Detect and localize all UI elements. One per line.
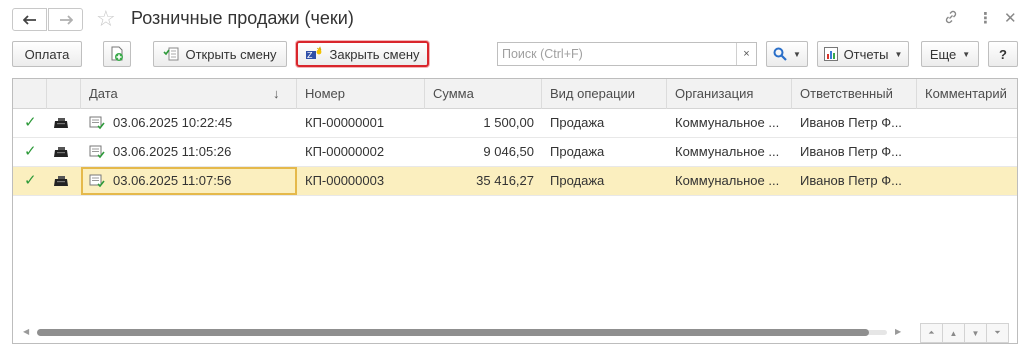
search-placeholder: Поиск (Ctrl+F) (502, 47, 583, 61)
payment-button[interactable]: Оплата (12, 41, 82, 67)
cell-amount: 1 500,00 (483, 115, 534, 130)
cell-comment (917, 167, 1017, 195)
reports-button[interactable]: Отчеты ▼ (817, 41, 909, 67)
back-arrow-icon (22, 14, 36, 25)
column-label-date: Дата (89, 86, 118, 101)
column-header-organization[interactable]: Организация (667, 79, 792, 109)
column-header-amount[interactable]: Сумма (425, 79, 542, 109)
forward-button[interactable] (48, 8, 83, 31)
next-row-icon[interactable]: ▼ (964, 323, 987, 343)
back-button[interactable] (12, 8, 47, 31)
cell-responsible: Иванов Петр Ф... (800, 144, 902, 159)
cell-date: 03.06.2025 11:05:26 (81, 138, 297, 166)
page-title: Розничные продажи (чеки) (131, 8, 354, 28)
horizontal-scrollbar[interactable]: ◀ ▶ (23, 325, 903, 339)
cell-comment (917, 109, 1017, 137)
posted-check-icon: ✓ (24, 143, 37, 160)
title-bar: ☆ Розничные продажи (чеки) ⋮ ✕ (0, 0, 1029, 38)
search-icon (773, 47, 787, 61)
close-icon[interactable]: ✕ (1004, 9, 1017, 27)
posted-check-icon: ✓ (24, 172, 37, 189)
sort-arrow-icon: ↓ (273, 86, 280, 101)
cell-organization: Коммунальное ... (675, 115, 780, 130)
help-button[interactable]: ? (988, 41, 1018, 67)
create-button[interactable] (103, 41, 131, 67)
cell-operation: Продажа (550, 173, 605, 188)
column-header-number[interactable]: Номер (297, 79, 425, 109)
first-row-icon[interactable]: ⏶ (920, 323, 943, 343)
table-row[interactable]: ✓ 03.06.2025 10:22:45 КП-00000001 1 500,… (13, 109, 1017, 138)
more-label: Еще (929, 46, 957, 62)
chevron-down-icon: ▼ (962, 49, 971, 59)
receipt-doc-icon (89, 174, 105, 188)
column-header-kkm[interactable] (47, 79, 81, 109)
row-navigation: ⏶ ▲ ▼ ⏷ (920, 323, 1009, 343)
cell-number: КП-00000002 (305, 144, 385, 159)
chevron-down-icon: ▼ (894, 49, 903, 59)
column-header-date[interactable]: Дата ↓ (81, 79, 297, 109)
column-header-responsible[interactable]: Ответственный (792, 79, 917, 109)
date-text: 03.06.2025 11:05:26 (113, 144, 232, 159)
report-icon (823, 47, 838, 61)
search-clear-button[interactable]: × (736, 43, 756, 65)
scroll-right-icon[interactable]: ▶ (895, 327, 901, 336)
receipt-doc-icon (89, 116, 105, 130)
close-shift-label: Закрыть смену (329, 46, 420, 62)
search-button[interactable]: ▼ (766, 41, 808, 67)
receipt-doc-icon (89, 145, 105, 159)
close-shift-icon: Z (305, 46, 323, 62)
help-label: ? (999, 46, 1007, 62)
chevron-down-icon: ▼ (793, 49, 801, 59)
cell-amount: 35 416,27 (476, 173, 534, 188)
svg-text:Z: Z (307, 51, 313, 60)
open-shift-label: Открыть смену (185, 46, 277, 62)
previous-row-icon[interactable]: ▲ (942, 323, 965, 343)
posted-check-icon: ✓ (24, 114, 37, 131)
scroll-left-icon[interactable]: ◀ (23, 327, 29, 336)
cell-date-focused[interactable]: 03.06.2025 11:07:56 (81, 167, 297, 195)
cell-number: КП-00000001 (305, 115, 385, 130)
cell-operation: Продажа (550, 115, 605, 130)
close-shift-button[interactable]: Z Закрыть смену (296, 41, 429, 67)
search-input[interactable]: Поиск (Ctrl+F) × (497, 42, 757, 66)
link-icon[interactable] (943, 9, 959, 29)
cell-organization: Коммунальное ... (675, 144, 780, 159)
reports-label: Отчеты (843, 46, 889, 62)
open-shift-button[interactable]: Открыть смену (153, 41, 287, 67)
payment-button-label: Оплата (24, 46, 70, 62)
cell-amount: 9 046,50 (483, 144, 534, 159)
column-header-operation[interactable]: Вид операции (542, 79, 667, 109)
cell-number: КП-00000003 (305, 173, 385, 188)
scroll-thumb[interactable] (37, 329, 869, 336)
more-button[interactable]: Еще ▼ (921, 41, 979, 67)
cell-comment (917, 138, 1017, 166)
forward-arrow-icon (59, 14, 73, 25)
date-text: 03.06.2025 10:22:45 (113, 115, 233, 130)
cell-responsible: Иванов Петр Ф... (800, 173, 902, 188)
last-row-icon[interactable]: ⏷ (986, 323, 1009, 343)
column-header-posted[interactable] (13, 79, 47, 109)
cell-operation: Продажа (550, 144, 605, 159)
table-row-selected[interactable]: ✓ 03.06.2025 11:07:56 КП-00000003 35 416… (13, 167, 1017, 196)
cell-date: 03.06.2025 10:22:45 (81, 109, 297, 137)
cash-register-icon (53, 175, 69, 190)
date-text: 03.06.2025 11:07:56 (113, 173, 232, 188)
open-shift-icon (163, 47, 179, 61)
table-row[interactable]: ✓ 03.06.2025 11:05:26 КП-00000002 9 046,… (13, 138, 1017, 167)
more-vertical-icon[interactable]: ⋮ (978, 9, 993, 27)
cash-register-icon (53, 146, 69, 161)
column-header-comment[interactable]: Комментарий (917, 79, 1017, 109)
documents-table: Дата ↓ Номер Сумма Вид операции Организа… (12, 78, 1018, 344)
cash-register-icon (53, 117, 69, 132)
table-header: Дата ↓ Номер Сумма Вид операции Организа… (13, 79, 1017, 109)
add-document-icon (111, 46, 123, 61)
cell-responsible: Иванов Петр Ф... (800, 115, 902, 130)
cell-organization: Коммунальное ... (675, 173, 780, 188)
star-icon[interactable]: ☆ (96, 6, 116, 32)
